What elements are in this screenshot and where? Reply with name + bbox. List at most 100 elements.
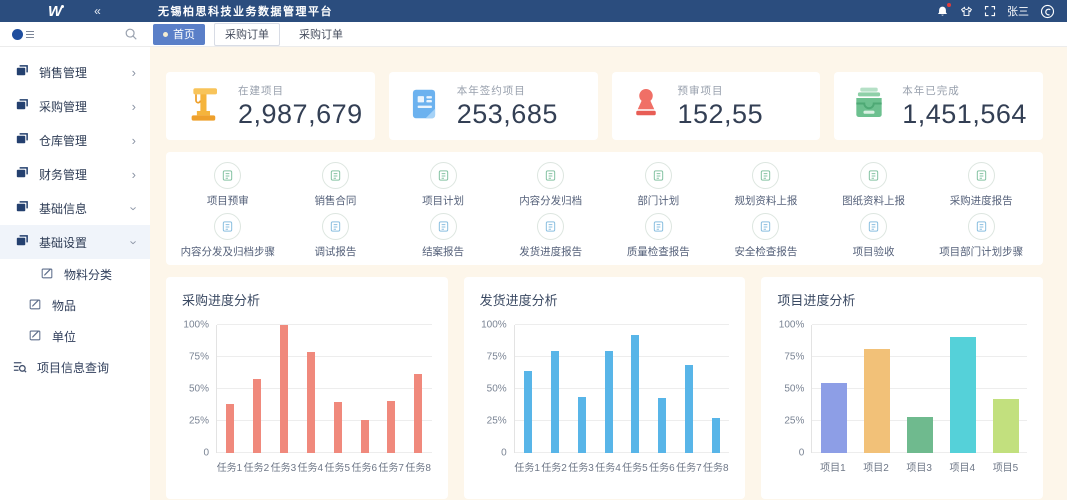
sidebar-subitem-4[interactable]: 项目信息查询 bbox=[0, 352, 150, 383]
bar-slot bbox=[812, 325, 855, 453]
quick-action[interactable]: 项目验收 bbox=[820, 213, 928, 259]
y-tick-label: 100% bbox=[481, 320, 507, 331]
stat-label: 本年已完成 bbox=[902, 83, 1027, 98]
sidebar-item-2[interactable]: 采购管理 › bbox=[0, 89, 150, 123]
quick-action-label: 调试报告 bbox=[314, 244, 356, 259]
x-axis: 项目1项目2项目3项目4项目5 bbox=[811, 459, 1027, 474]
sidebar-header bbox=[0, 27, 150, 41]
fullscreen-icon[interactable] bbox=[984, 5, 996, 17]
edit-doc-icon bbox=[28, 297, 42, 314]
quick-action[interactable]: 销售合同 bbox=[282, 162, 390, 208]
bar-slot bbox=[855, 325, 898, 453]
quick-action[interactable]: 质量检查报告 bbox=[605, 213, 713, 259]
topbar: W « 无锡柏思科技业务数据管理平台 张三 bbox=[0, 0, 1067, 22]
quick-action[interactable]: 图纸资料上报 bbox=[820, 162, 928, 208]
quick-action[interactable]: 采购进度报告 bbox=[927, 162, 1035, 208]
app-logo: W bbox=[48, 3, 64, 20]
y-tick-label: 0 bbox=[799, 448, 805, 459]
tab-3[interactable]: 采购订单 bbox=[289, 24, 353, 45]
chevron-right-icon: › bbox=[132, 100, 136, 113]
doc-glyph-icon bbox=[860, 162, 887, 189]
edit-doc-icon bbox=[28, 328, 42, 345]
sidebar-subitem-label: 物品 bbox=[52, 297, 76, 314]
bell-icon[interactable] bbox=[936, 5, 949, 18]
hamburger-icon bbox=[26, 31, 34, 38]
username[interactable]: 张三 bbox=[1007, 3, 1029, 19]
x-axis: 任务1任务2任务3任务4任务5任务6任务7任务8 bbox=[216, 459, 432, 474]
bar-slot bbox=[217, 325, 244, 453]
quick-action-label: 内容分发及归档步骤 bbox=[181, 244, 276, 259]
quick-action[interactable]: 项目部门计划步骤 bbox=[927, 213, 1035, 259]
sidebar-collapse-icon[interactable]: « bbox=[94, 4, 101, 18]
sidebar-item-1[interactable]: 销售管理› bbox=[0, 55, 150, 89]
y-tick-label: 100% bbox=[183, 320, 209, 331]
theme-shirt-icon[interactable] bbox=[960, 5, 973, 18]
chart-body: 100%75%50%25%0 bbox=[777, 325, 1027, 453]
sidebar-subitem-3[interactable]: 单位 bbox=[0, 321, 150, 352]
stat-label: 在建项目 bbox=[238, 83, 363, 98]
y-tick-label: 50% bbox=[784, 384, 804, 395]
bar bbox=[907, 417, 933, 453]
sidebar-item-3[interactable]: 仓库管理› bbox=[0, 123, 150, 157]
tab-2[interactable]: 采购订单 bbox=[214, 23, 280, 46]
tab-active-dot bbox=[163, 32, 168, 37]
search-icon[interactable] bbox=[124, 27, 138, 41]
x-tick-label: 项目5 bbox=[984, 459, 1027, 474]
topbar-actions: 张三 bbox=[936, 3, 1055, 19]
bar bbox=[307, 352, 315, 453]
menu-toggle-icon[interactable] bbox=[12, 29, 34, 40]
sidebar-item-6[interactable]: 基础设置› bbox=[0, 225, 150, 259]
blue-dot-icon bbox=[12, 29, 23, 40]
tab-label: 采购订单 bbox=[225, 26, 269, 42]
chevron-down-icon: › bbox=[127, 206, 140, 210]
bar-slot bbox=[271, 325, 298, 453]
bar bbox=[993, 399, 1019, 453]
bar bbox=[631, 335, 639, 453]
quick-action-label: 销售合同 bbox=[314, 193, 356, 208]
sidebar-item-4[interactable]: 财务管理› bbox=[0, 157, 150, 191]
quick-action[interactable]: 部门计划 bbox=[605, 162, 713, 208]
quick-action[interactable]: 结案报告 bbox=[389, 213, 497, 259]
quick-action[interactable]: 内容分发及归档步骤 bbox=[174, 213, 282, 259]
sidebar-item-label: 销售管理 bbox=[39, 64, 87, 81]
quick-action[interactable]: 项目预审 bbox=[174, 162, 282, 208]
bar-slot bbox=[244, 325, 271, 453]
quick-action-label: 结案报告 bbox=[422, 244, 464, 259]
stat-card-3: 预审项目152,55 bbox=[612, 72, 821, 140]
quick-action[interactable]: 调试报告 bbox=[282, 213, 390, 259]
chart-card-2: 发货进度分析100%75%50%25%0任务1任务2任务3任务4任务5任务6任务… bbox=[464, 277, 746, 499]
tab-bar: 首页 采购订单 采购订单 bbox=[153, 23, 353, 46]
sidebar-item-label: 采购管理 bbox=[39, 98, 87, 115]
sidebar-subitem-1[interactable]: 物料分类 bbox=[0, 259, 150, 290]
tab-1[interactable]: 首页 bbox=[153, 24, 205, 45]
quick-action-label: 规划资料上报 bbox=[734, 193, 797, 208]
sidebar-item-5[interactable]: 基础信息› bbox=[0, 191, 150, 225]
x-tick-label: 任务1 bbox=[216, 459, 243, 474]
crane-icon bbox=[182, 84, 224, 129]
doc-glyph-icon bbox=[430, 213, 457, 240]
quick-action[interactable]: 规划资料上报 bbox=[712, 162, 820, 208]
quick-action[interactable]: 内容分发归档 bbox=[497, 162, 605, 208]
bars bbox=[217, 325, 432, 453]
doc-glyph-icon bbox=[968, 162, 995, 189]
quick-action-label: 图纸资料上报 bbox=[842, 193, 905, 208]
sidebar-item-label: 财务管理 bbox=[39, 166, 87, 183]
quick-action[interactable]: 项目计划 bbox=[389, 162, 497, 208]
bar bbox=[685, 365, 693, 453]
sidebar-item-label: 基础设置 bbox=[39, 234, 87, 251]
stat-value: 253,685 bbox=[457, 99, 558, 130]
charts-row: 采购进度分析100%75%50%25%0任务1任务2任务3任务4任务5任务6任务… bbox=[166, 277, 1043, 499]
doc-glyph-icon bbox=[860, 213, 887, 240]
bars bbox=[515, 325, 730, 453]
folder-icon bbox=[14, 63, 29, 81]
document-icon bbox=[405, 85, 443, 128]
topbar-left: W « bbox=[0, 3, 150, 20]
avatar-icon[interactable] bbox=[1040, 4, 1055, 19]
page-body: 销售管理›采购管理›仓库管理›财务管理›基础信息›基础设置›物料分类物品单位项目… bbox=[0, 47, 1067, 500]
doc-glyph-icon bbox=[537, 162, 564, 189]
quick-action[interactable]: 发货进度报告 bbox=[497, 213, 605, 259]
sidebar-subitem-2[interactable]: 物品 bbox=[0, 290, 150, 321]
quick-action[interactable]: 安全检查报告 bbox=[712, 213, 820, 259]
quick-action-label: 项目验收 bbox=[853, 244, 895, 259]
bar-slot bbox=[595, 325, 622, 453]
